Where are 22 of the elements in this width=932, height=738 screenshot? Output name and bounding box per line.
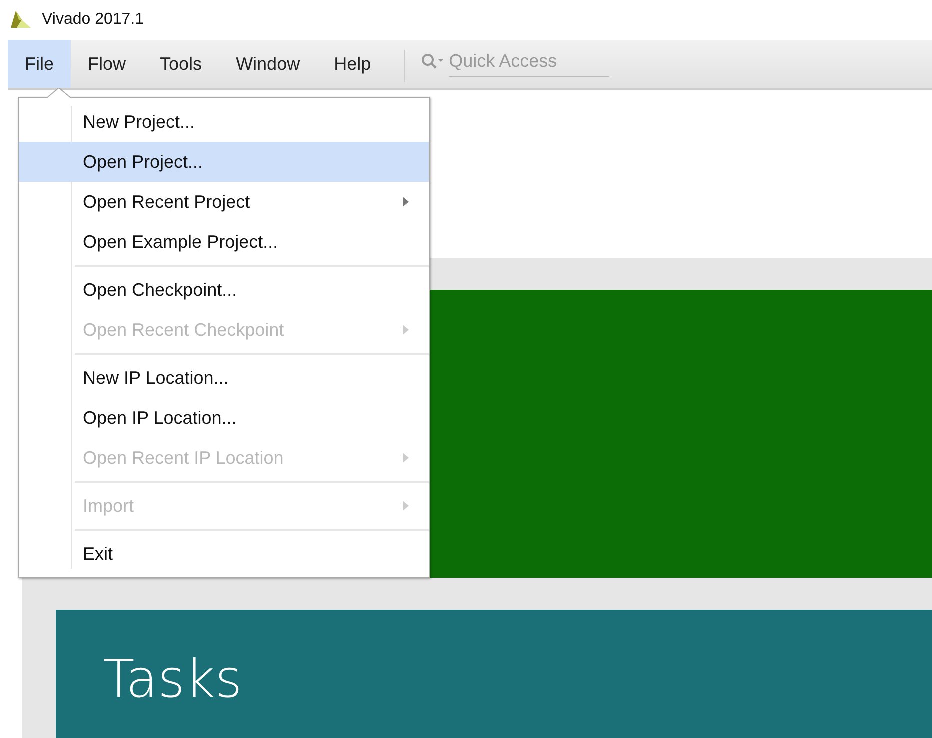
- app-logo-icon: [10, 10, 32, 30]
- menu-item[interactable]: File: [8, 40, 72, 88]
- tasks-heading: Tasks: [103, 650, 242, 710]
- menu-item[interactable]: Window: [219, 40, 318, 88]
- menu-item[interactable]: Flow: [71, 40, 144, 88]
- quick-access-field[interactable]: Quick Access: [449, 47, 610, 77]
- menu-entry[interactable]: Open IP Location...: [19, 398, 429, 438]
- menu-item[interactable]: Help: [317, 40, 388, 88]
- menu-entry[interactable]: Open Checkpoint...: [19, 270, 429, 310]
- menu-entry[interactable]: New Project...: [19, 102, 429, 142]
- submenu-arrow-icon: [403, 453, 409, 463]
- search-icon: [421, 53, 446, 71]
- menu-entry[interactable]: Open Project...: [19, 142, 429, 182]
- menu-item[interactable]: Tools: [143, 40, 220, 88]
- submenu-arrow-icon: [403, 197, 409, 207]
- submenu-arrow-icon: [403, 325, 409, 335]
- submenu-arrow-icon: [403, 501, 409, 511]
- window-title: Vivado 2017.1: [42, 11, 144, 29]
- menu-entry[interactable]: Open Recent Project: [19, 182, 429, 222]
- menu-entry[interactable]: Exit: [19, 534, 429, 574]
- menu-entry[interactable]: New IP Location...: [19, 358, 429, 398]
- menu-entry[interactable]: Open Example Project...: [19, 222, 429, 262]
